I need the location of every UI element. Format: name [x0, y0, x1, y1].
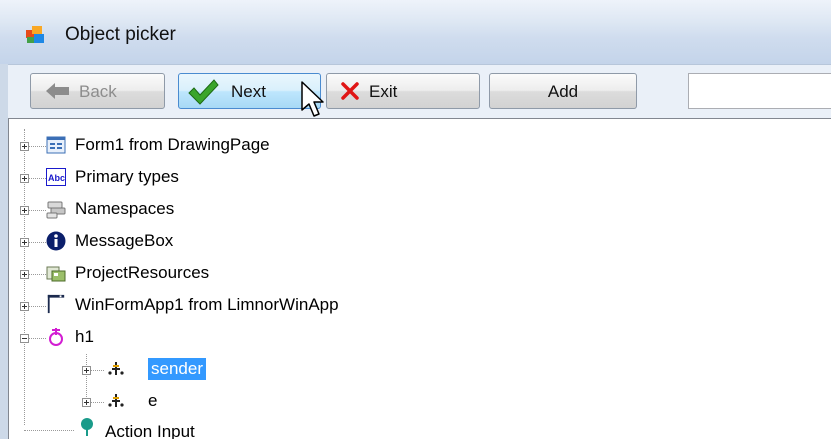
expand-toggle[interactable] — [20, 206, 29, 215]
node-label: MessageBox — [75, 231, 174, 250]
node-label: Namespaces — [75, 199, 175, 218]
tree-node-sender[interactable]: sender — [9, 356, 409, 384]
title-bar: Object picker — [0, 0, 831, 64]
toolbar: Back Next Exit Add — [8, 64, 831, 119]
parameter-icon — [108, 394, 124, 407]
node-label: Form1 from DrawingPage — [75, 135, 270, 154]
node-label: h1 — [75, 327, 94, 346]
form-icon — [46, 136, 66, 154]
exit-label: Exit — [369, 82, 398, 101]
app-windows-icon — [26, 26, 44, 43]
parameter-icon — [108, 362, 124, 375]
handler-icon — [49, 328, 63, 346]
tree-node-action-input[interactable]: Action Input — [9, 418, 409, 439]
mouse-cursor-icon — [301, 81, 324, 117]
object-tree[interactable]: Form1 from DrawingPage Abc Primary types… — [8, 118, 831, 439]
tree-node-e[interactable]: e — [9, 388, 409, 416]
expand-toggle[interactable] — [20, 238, 29, 247]
tree-branch — [24, 430, 74, 432]
checkmark-icon — [188, 79, 219, 105]
window-icon — [47, 294, 65, 314]
resources-icon — [46, 266, 66, 282]
expand-toggle[interactable] — [82, 398, 91, 407]
search-input[interactable] — [688, 73, 831, 109]
tree-node-namespaces[interactable]: Namespaces — [9, 196, 409, 224]
info-icon — [46, 231, 66, 251]
back-arrow-icon — [46, 83, 69, 99]
tree-node-h1[interactable]: h1 — [9, 324, 409, 352]
object-picker-window: Object picker Back Next Exit Add Form1 f… — [0, 0, 831, 439]
node-label: ProjectResources — [75, 263, 210, 282]
node-label: Primary types — [75, 167, 179, 186]
tree-node-messagebox[interactable]: MessageBox — [9, 228, 409, 256]
next-label: Next — [231, 82, 266, 101]
node-label: e — [148, 391, 158, 410]
expand-toggle[interactable] — [20, 142, 29, 151]
expand-toggle[interactable] — [20, 270, 29, 279]
tree-node-projectresources[interactable]: ProjectResources — [9, 260, 409, 288]
pin-icon — [81, 418, 93, 436]
back-button[interactable]: Back — [30, 73, 165, 109]
tree-node-form1[interactable]: Form1 from DrawingPage — [9, 132, 409, 160]
exit-button[interactable]: Exit — [326, 73, 480, 109]
tree-node-primary-types[interactable]: Abc Primary types — [9, 164, 409, 192]
expand-toggle[interactable] — [20, 174, 29, 183]
expand-toggle[interactable] — [20, 302, 29, 311]
abc-type-icon: Abc — [46, 168, 66, 186]
svg-text:Abc: Abc — [48, 173, 65, 183]
window-title: Object picker — [65, 24, 176, 45]
expand-toggle[interactable] — [82, 366, 91, 375]
add-label: Add — [547, 82, 579, 101]
collapse-toggle[interactable] — [20, 334, 29, 343]
namespace-icon — [46, 201, 66, 219]
back-label: Back — [79, 82, 117, 101]
tree-node-winformapp1[interactable]: WinFormApp1 from LimnorWinApp — [9, 292, 509, 320]
window-left-border — [0, 64, 8, 439]
node-label-selected: sender — [148, 358, 206, 380]
node-label: Action Input — [105, 422, 195, 439]
node-label: WinFormApp1 from LimnorWinApp — [75, 295, 339, 314]
add-button[interactable]: Add — [489, 73, 637, 109]
close-x-icon — [341, 82, 359, 100]
